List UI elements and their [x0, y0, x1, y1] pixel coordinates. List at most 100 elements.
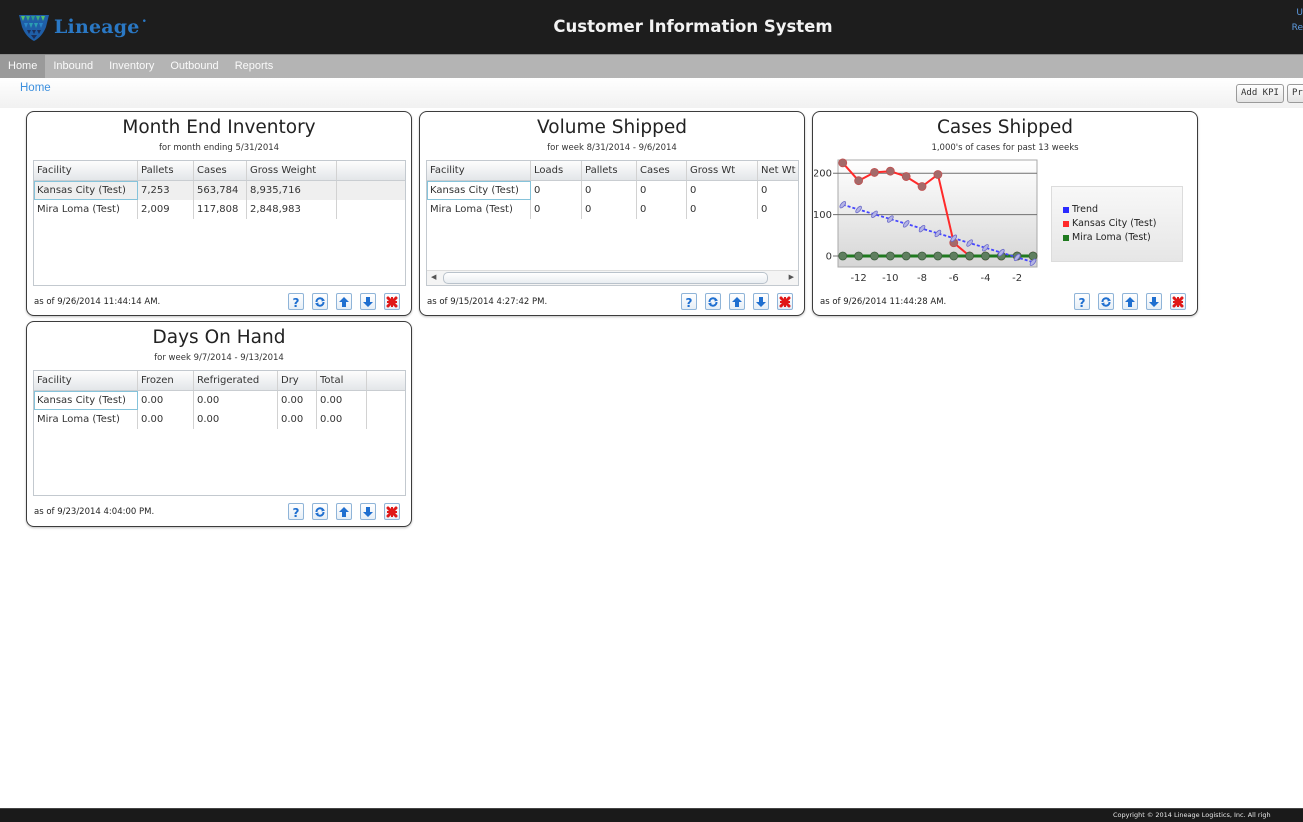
help-button[interactable]: ?	[288, 503, 304, 520]
table-row[interactable]: Kansas City (Test) 0 0 0 0 0	[427, 181, 798, 200]
help-button[interactable]: ?	[681, 293, 697, 310]
grid-cell[interactable]: 2,848,983	[247, 200, 337, 219]
help-button[interactable]: ?	[288, 293, 304, 310]
x-tick-label: -6	[949, 273, 959, 284]
as-of-timestamp: as of 9/23/2014 4:04:00 PM.	[34, 507, 155, 517]
grid-cell[interactable]: 0	[637, 181, 687, 200]
table-row[interactable]: Mira Loma (Test) 0.00 0.00 0.00 0.00	[34, 410, 405, 429]
grid-cell[interactable]: Kansas City (Test)	[34, 181, 138, 200]
refresh-button[interactable]	[1098, 293, 1114, 310]
lineage-logo[interactable]: Lineage •	[18, 12, 147, 42]
panel-actions: ?	[288, 503, 400, 520]
grid-cell[interactable]: 0	[637, 200, 687, 219]
grid-cell[interactable]: 0	[582, 200, 637, 219]
column-header[interactable]: Net Wt	[758, 161, 798, 180]
grid-cell[interactable]: 0	[531, 200, 582, 219]
column-header[interactable]: Pallets	[138, 161, 194, 180]
nav-tab-home[interactable]: Home	[0, 55, 46, 78]
grid-cell[interactable]: Kansas City (Test)	[427, 181, 531, 200]
refresh-button[interactable]	[312, 293, 328, 310]
breadcrumb: Home	[0, 78, 1303, 108]
grid-cell[interactable]: 0	[582, 181, 637, 200]
grid-cell[interactable]: Mira Loma (Test)	[427, 200, 531, 219]
table-row[interactable]: Kansas City (Test) 7,253 563,784 8,935,7…	[34, 181, 405, 200]
column-header[interactable]: Total	[317, 371, 367, 390]
data-point-mira-loma-test	[981, 251, 990, 261]
grid-cell[interactable]: 0	[687, 200, 758, 219]
user-link[interactable]: U	[1292, 6, 1303, 21]
column-header[interactable]: Gross Wt	[687, 161, 758, 180]
grid-cell[interactable]: 0.00	[278, 391, 317, 410]
panel-actions: ?	[681, 293, 793, 310]
move-up-button[interactable]	[336, 293, 352, 310]
move-down-button[interactable]	[360, 503, 376, 520]
nav-tab-reports[interactable]: Reports	[227, 55, 282, 78]
grid-cell[interactable]: 117,808	[194, 200, 247, 219]
grid-cell[interactable]: 7,253	[138, 181, 194, 200]
move-up-button[interactable]	[1122, 293, 1138, 310]
scroll-left-arrow-icon[interactable]: ◀	[431, 273, 436, 281]
column-header[interactable]: Loads	[531, 161, 582, 180]
grid-cell[interactable]: 0.00	[194, 391, 278, 410]
grid-cell[interactable]: 8,935,716	[247, 181, 337, 200]
grid-cell[interactable]: 2,009	[138, 200, 194, 219]
move-down-icon	[363, 296, 373, 307]
move-down-button[interactable]	[360, 293, 376, 310]
data-point-mira-loma-test	[870, 251, 879, 261]
table-row[interactable]: Mira Loma (Test) 0 0 0 0 0	[427, 200, 798, 219]
refresh-button[interactable]	[312, 503, 328, 520]
grid-cell[interactable]: 0.00	[194, 410, 278, 429]
data-point-mira-loma-test	[933, 251, 943, 261]
grid-cell[interactable]: 0.00	[138, 410, 194, 429]
column-header[interactable]: Facility	[427, 161, 531, 180]
secondary-link[interactable]: Re	[1292, 21, 1303, 36]
grid-cell[interactable]: Mira Loma (Test)	[34, 200, 138, 219]
svg-text:?: ?	[686, 296, 693, 308]
refresh-button[interactable]	[705, 293, 721, 310]
grid-cell[interactable]: Kansas City (Test)	[34, 391, 138, 410]
x-tick-label: -2	[1012, 273, 1022, 284]
pr-button[interactable]: Pr	[1287, 84, 1303, 103]
remove-button[interactable]	[384, 293, 400, 310]
grid-cell[interactable]: 0	[687, 181, 758, 200]
scroll-right-arrow-icon[interactable]: ▶	[789, 273, 794, 281]
column-header[interactable]: Gross Weight	[247, 161, 337, 180]
grid-cell[interactable]: 0.00	[278, 410, 317, 429]
grid-cell[interactable]: Mira Loma (Test)	[34, 410, 138, 429]
grid-cell[interactable]: 0	[531, 181, 582, 200]
column-header[interactable]: Facility	[34, 371, 138, 390]
remove-button[interactable]	[384, 503, 400, 520]
remove-button[interactable]	[1170, 293, 1186, 310]
nav-tab-outbound[interactable]: Outbound	[162, 55, 226, 78]
scrollbar-thumb[interactable]	[443, 272, 768, 284]
table-row[interactable]: Kansas City (Test) 0.00 0.00 0.00 0.00	[34, 391, 405, 410]
move-up-button[interactable]	[729, 293, 745, 310]
grid-cell[interactable]: 563,784	[194, 181, 247, 200]
grid-cell[interactable]: 0	[758, 181, 798, 200]
column-header[interactable]: Pallets	[582, 161, 637, 180]
move-down-button[interactable]	[753, 293, 769, 310]
breadcrumb-home-link[interactable]: Home	[20, 82, 51, 94]
help-button[interactable]: ?	[1074, 293, 1090, 310]
table-row[interactable]: Mira Loma (Test) 2,009 117,808 2,848,983	[34, 200, 405, 219]
column-header[interactable]: Facility	[34, 161, 138, 180]
column-header[interactable]: Cases	[637, 161, 687, 180]
move-up-button[interactable]	[336, 503, 352, 520]
remove-icon	[779, 296, 791, 307]
nav-tab-inbound[interactable]: Inbound	[45, 55, 101, 78]
legend-swatch-kansas-city	[1063, 221, 1069, 227]
remove-button[interactable]	[777, 293, 793, 310]
grid-cell[interactable]: 0.00	[317, 410, 367, 429]
grid-cell[interactable]: 0	[758, 200, 798, 219]
column-header[interactable]: Frozen	[138, 371, 194, 390]
horizontal-scrollbar[interactable]: ◀ ▶	[427, 270, 798, 285]
grid-cell[interactable]: 0.00	[317, 391, 367, 410]
column-header[interactable]: Refrigerated	[194, 371, 278, 390]
column-header[interactable]: Dry	[278, 371, 317, 390]
move-down-button[interactable]	[1146, 293, 1162, 310]
nav-tab-inventory[interactable]: Inventory	[101, 55, 162, 78]
help-icon: ?	[1079, 296, 1086, 308]
add-kpi-button[interactable]: Add KPI	[1236, 84, 1284, 103]
grid-cell[interactable]: 0.00	[138, 391, 194, 410]
column-header[interactable]: Cases	[194, 161, 247, 180]
